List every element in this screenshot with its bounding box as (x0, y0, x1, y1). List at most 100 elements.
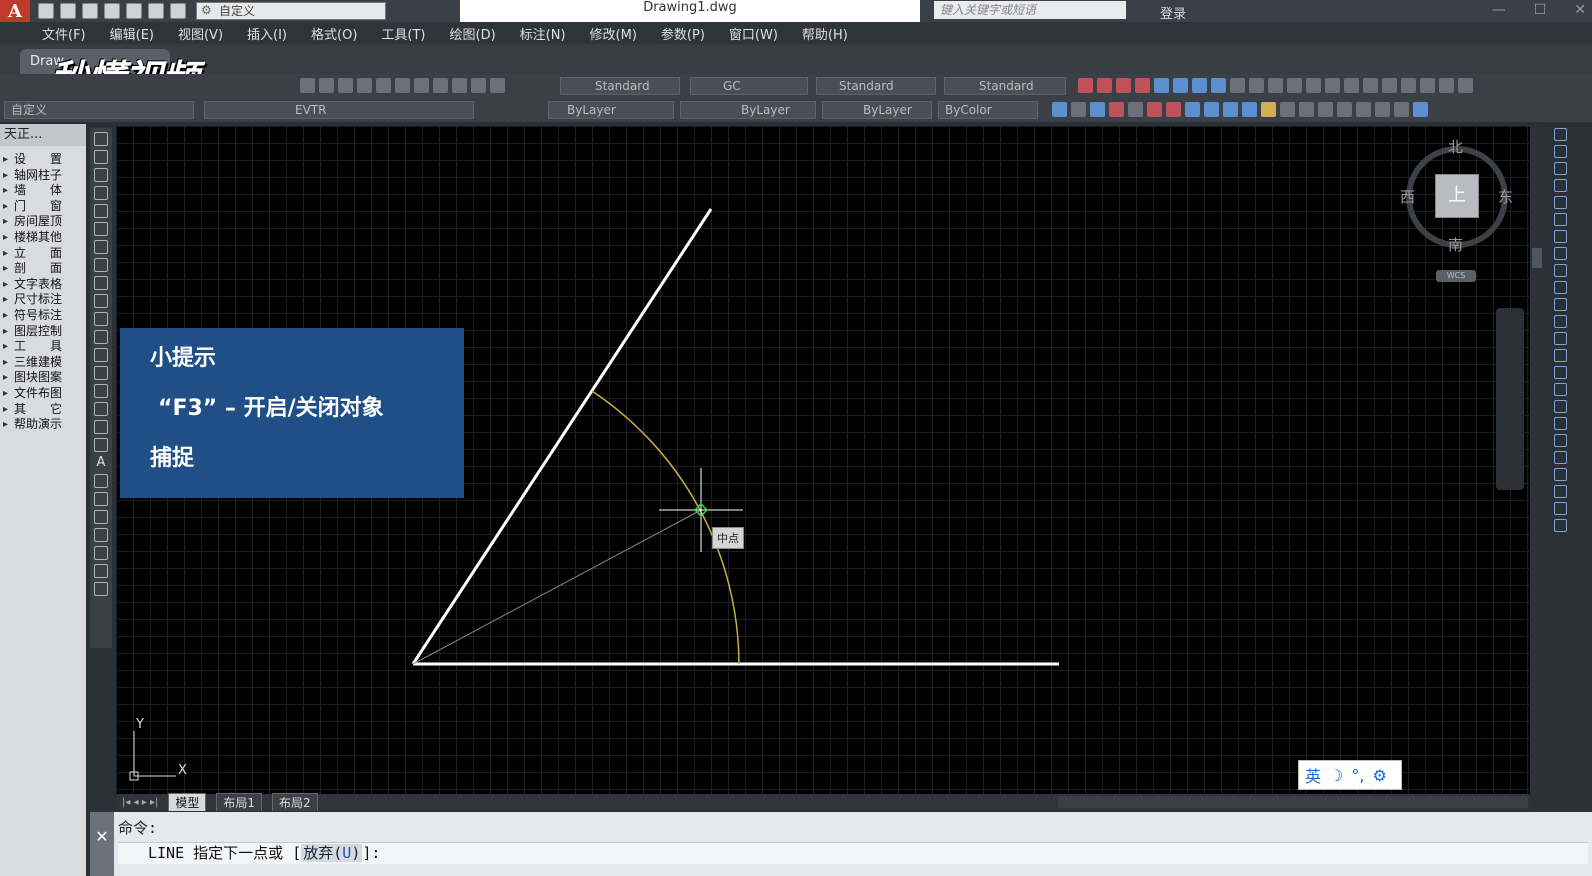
arc-icon[interactable] (94, 222, 108, 236)
inspect-icon[interactable] (1325, 78, 1340, 93)
tangent-menu-item[interactable]: 房间屋顶 (0, 214, 86, 230)
hatch-icon[interactable] (94, 384, 108, 398)
spline-icon[interactable] (94, 276, 108, 290)
zoom-icon[interactable] (319, 78, 334, 93)
tangent-menu-item[interactable]: 墙 体 (0, 183, 86, 199)
ime-moon-icon[interactable]: ☽ (1329, 766, 1343, 785)
tool-22-icon[interactable] (94, 510, 108, 524)
tool-palette-icon[interactable] (414, 78, 429, 93)
tangent-menu-item[interactable]: 立 面 (0, 246, 86, 262)
polyline-icon[interactable] (94, 168, 108, 182)
search-input[interactable]: 键入关键字或短语 (934, 1, 1126, 19)
gradient-icon[interactable] (94, 402, 108, 416)
tch-tool-11-icon[interactable] (1242, 102, 1257, 117)
modify-23-icon[interactable] (1553, 502, 1567, 515)
new-file-icon[interactable] (38, 3, 54, 19)
viewcube[interactable]: 上 北 南 西 东 WCS (1400, 136, 1514, 296)
tangent-menu-item[interactable]: 轴网柱子 (0, 168, 86, 184)
dim-angular-icon[interactable] (1192, 78, 1207, 93)
scale-icon[interactable] (1553, 247, 1567, 260)
break-point-icon[interactable] (1553, 315, 1567, 328)
redo-icon[interactable] (170, 3, 186, 19)
save-icon[interactable] (82, 3, 98, 19)
array-icon[interactable] (1553, 196, 1567, 209)
tch-tool-1-icon[interactable] (1052, 102, 1067, 117)
modify-22-icon[interactable] (1553, 485, 1567, 498)
minimize-button[interactable]: — (1492, 0, 1506, 20)
tangent-menu-item[interactable]: 符号标注 (0, 308, 86, 324)
menu-edit[interactable]: 编辑(E) (110, 24, 154, 43)
dim-linear-icon[interactable] (1078, 78, 1093, 93)
pan-icon[interactable] (300, 78, 315, 93)
tch-tool-18-icon[interactable] (1375, 102, 1390, 117)
tch-tool-4-icon[interactable] (1109, 102, 1124, 117)
tangent-menu-item[interactable]: 其 它 (0, 402, 86, 418)
workspace-dropdown-2[interactable]: 自定义 (4, 101, 194, 119)
revision-cloud-icon[interactable] (94, 258, 108, 272)
vertical-scrollbar[interactable] (1530, 126, 1544, 794)
tangent-menu-item[interactable]: 文字表格 (0, 277, 86, 293)
ime-gear-icon[interactable]: ⚙ (1372, 766, 1386, 785)
menu-tools[interactable]: 工具(T) (381, 24, 425, 43)
layer-icon[interactable] (1458, 78, 1473, 93)
dim-style-icon[interactable] (1420, 78, 1435, 93)
menu-window[interactable]: 窗口(W) (729, 24, 778, 43)
move-tool-icon[interactable] (1553, 213, 1567, 226)
modify-20-icon[interactable] (1553, 451, 1567, 464)
dim-continue-icon[interactable] (1230, 78, 1245, 93)
design-center-icon[interactable] (395, 78, 410, 93)
ime-language-toggle[interactable]: 英 (1305, 763, 1321, 787)
dim-arc-icon[interactable] (1116, 78, 1131, 93)
tch-tool-20-icon[interactable] (1413, 102, 1428, 117)
viewcube-west[interactable]: 西 (1400, 186, 1415, 207)
tool-23-icon[interactable] (94, 528, 108, 542)
help-icon[interactable] (490, 78, 505, 93)
ellipse-icon[interactable] (94, 294, 108, 308)
tool-21-icon[interactable] (94, 492, 108, 506)
circle-icon[interactable] (94, 240, 108, 254)
command-input[interactable]: LINE 指定下一点或 [放弃(U)]: (118, 842, 1588, 864)
tch-tool-14-icon[interactable] (1299, 102, 1314, 117)
plotstyle-dropdown[interactable]: ByColor (938, 101, 1038, 119)
modify-24-icon[interactable] (1553, 519, 1567, 532)
tch-tool-17-icon[interactable] (1356, 102, 1371, 117)
region-icon[interactable] (94, 420, 108, 434)
tool-25-icon[interactable] (94, 564, 108, 578)
viewcube-east[interactable]: 东 (1498, 186, 1513, 207)
open-file-icon[interactable] (60, 3, 76, 19)
close-button[interactable]: ✕ (1574, 0, 1586, 20)
break-icon[interactable] (1553, 332, 1567, 345)
insert-block-icon[interactable] (94, 330, 108, 344)
blend-icon[interactable] (1553, 400, 1567, 413)
viewcube-north[interactable]: 北 (1448, 136, 1463, 157)
copy-icon[interactable] (1553, 145, 1567, 158)
table-style-dropdown[interactable]: Standard (816, 77, 936, 95)
mirror-icon[interactable] (1553, 162, 1567, 175)
tab-layout1[interactable]: 布局1 (216, 793, 263, 811)
menu-view[interactable]: 视图(V) (178, 24, 223, 43)
dim-update-icon[interactable] (1401, 78, 1416, 93)
menu-format[interactable]: 格式(O) (311, 24, 357, 43)
ime-toolbar[interactable]: 英 ☽ °, ⚙ (1298, 760, 1402, 790)
save-as-icon[interactable] (104, 3, 120, 19)
linetype-dropdown[interactable]: ByLayer (680, 101, 816, 119)
tch-tool-6-icon[interactable] (1147, 102, 1162, 117)
tangent-menu-item[interactable]: 图层控制 (0, 324, 86, 340)
point-icon[interactable] (94, 366, 108, 380)
tangent-menu-item[interactable]: 帮助演示 (0, 417, 86, 433)
extend-icon[interactable] (1553, 298, 1567, 311)
tch-tool-13-icon[interactable] (1280, 102, 1295, 117)
move-icon[interactable] (1439, 78, 1454, 93)
offset-icon[interactable] (1553, 179, 1567, 192)
tangent-menu-item[interactable]: 门 窗 (0, 199, 86, 215)
dim-radius-icon[interactable] (1154, 78, 1169, 93)
maximize-button[interactable]: ☐ (1534, 0, 1547, 20)
print-icon[interactable] (126, 3, 142, 19)
color-dropdown[interactable]: ByLayer (548, 101, 674, 119)
menu-file[interactable]: 文件(F) (42, 24, 86, 43)
tool-26-icon[interactable] (94, 582, 108, 596)
viewcube-top-face[interactable]: 上 (1435, 174, 1479, 218)
navigation-bar[interactable] (1496, 308, 1524, 490)
dim-diameter-icon[interactable] (1173, 78, 1188, 93)
dim-space-icon[interactable] (1249, 78, 1264, 93)
